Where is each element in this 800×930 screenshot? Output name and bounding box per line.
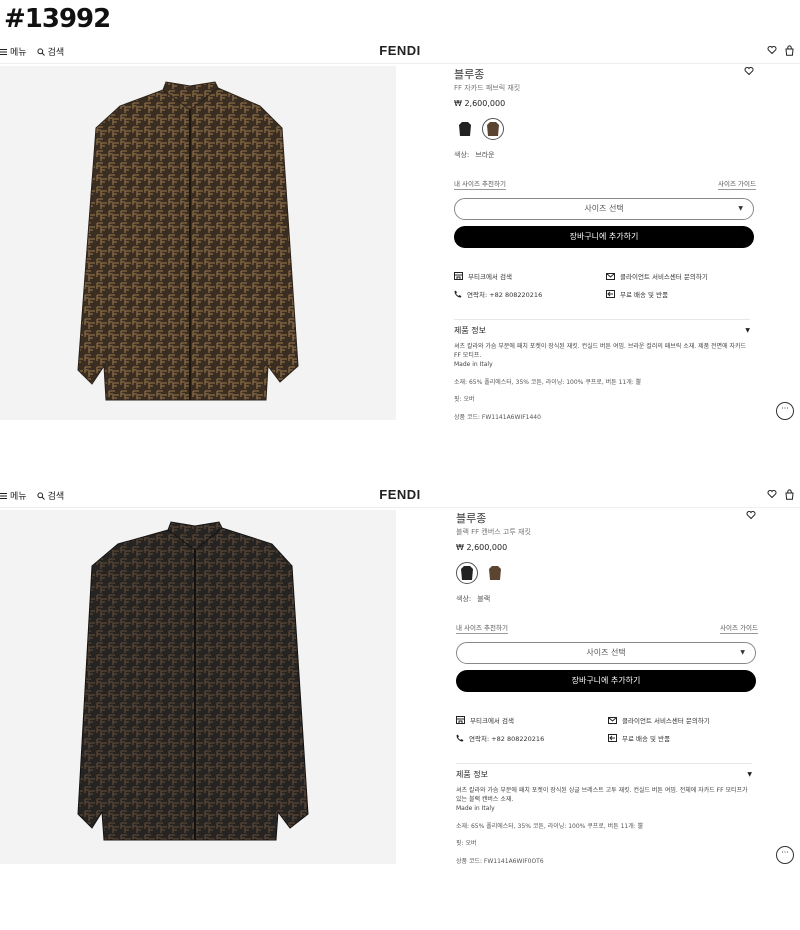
chevron-down-icon: ▼ xyxy=(738,205,743,212)
description-text: 셔츠 칼라와 가슴 부분에 패치 포켓이 장식된 싱글 브레스트 고투 재킷. … xyxy=(456,787,748,803)
product-screen-brown: 메뉴 검색 FENDI 블루종 FF 자카드 패브릭 재킷 ₩ 2,600,00… xyxy=(0,40,800,420)
post-id: #13992 xyxy=(4,4,111,34)
client-service-label: 클라이언트 서비스센터 문의하기 xyxy=(622,717,710,725)
wishlist-heart-icon[interactable] xyxy=(767,45,777,55)
swatch-black[interactable] xyxy=(456,562,478,584)
boutique-search-label: 부티크에서 검색 xyxy=(468,273,512,281)
shipping-returns-link[interactable]: 무료 배송 및 반품 xyxy=(606,289,668,299)
shopping-bag-icon[interactable] xyxy=(785,45,794,56)
shirt-image xyxy=(77,521,309,841)
wishlist-heart-icon[interactable] xyxy=(767,489,777,499)
size-recommend-link[interactable]: 내 사이즈 추천하기 xyxy=(454,178,506,190)
color-swatches xyxy=(454,118,504,140)
swatch-brown[interactable] xyxy=(482,118,504,140)
shopping-bag-icon[interactable] xyxy=(785,489,794,500)
description-text: 셔츠 칼라와 가슴 부분에 패치 포켓이 장식된 재킷. 컨실드 버튼 여밈. … xyxy=(454,343,747,359)
product-title: 블루종 xyxy=(456,512,487,525)
product-info-accordion[interactable]: 제품 정보 ▼ xyxy=(456,763,752,780)
product-photo[interactable] xyxy=(0,510,396,864)
chat-button[interactable]: ··· xyxy=(776,402,794,420)
add-to-cart-button[interactable]: 장바구니에 추가하기 xyxy=(456,670,756,692)
product-code: 상품 코드: FW1141A6WIF0OT6 xyxy=(456,858,544,864)
add-to-cart-button[interactable]: 장바구니에 추가하기 xyxy=(454,226,754,248)
product-title: 블루종 xyxy=(454,68,485,81)
color-label: 색상: xyxy=(454,151,470,159)
client-service-label: 클라이언트 서비스센터 문의하기 xyxy=(620,273,708,281)
size-select-label: 사이즈 선택 xyxy=(586,648,626,657)
store-icon xyxy=(456,716,465,724)
more-dots-icon: ··· xyxy=(781,848,789,857)
mail-icon xyxy=(608,716,617,724)
product-info-heading: 제품 정보 xyxy=(454,326,486,335)
product-price: ₩ 2,600,000 xyxy=(454,99,506,108)
client-service-link[interactable]: 클라이언트 서비스센터 문의하기 xyxy=(606,271,708,281)
shirt-image xyxy=(77,81,299,401)
size-select-dropdown[interactable]: 사이즈 선택 ▼ xyxy=(456,642,756,664)
boutique-search-link[interactable]: 부티크에서 검색 xyxy=(454,271,512,281)
size-guide-link[interactable]: 사이즈 가이드 xyxy=(720,622,758,634)
swatch-brown[interactable] xyxy=(484,562,506,584)
product-info-heading: 제품 정보 xyxy=(456,770,488,779)
product-description: 셔츠 칼라와 가슴 부분에 패치 포켓이 장식된 재킷. 컨실드 버튼 여밈. … xyxy=(454,342,752,369)
favorite-heart-icon[interactable] xyxy=(746,510,756,520)
material-info: 소재: 65% 폴리에스터, 35% 코튼, 라이닝: 100% 쿠프로, 버튼… xyxy=(454,379,642,386)
fit-info: 핏: 오버 xyxy=(454,396,475,403)
product-details: 블루종 블랙 FF 캔버스 고투 재킷 ₩ 2,600,000 색상: 블랙 내… xyxy=(456,510,758,864)
shipping-label: 무료 배송 및 반품 xyxy=(622,735,671,743)
color-swatches xyxy=(456,562,506,584)
black-jacket-thumbnail-icon xyxy=(459,122,471,136)
more-dots-icon: ··· xyxy=(781,404,789,413)
color-info: 색상: 브라운 xyxy=(454,150,495,160)
boutique-search-label: 부티크에서 검색 xyxy=(470,717,514,725)
top-nav: 메뉴 검색 FENDI xyxy=(0,484,800,508)
mail-icon xyxy=(606,272,615,280)
phone-icon xyxy=(454,290,462,298)
product-price: ₩ 2,600,000 xyxy=(456,543,508,552)
favorite-heart-icon[interactable] xyxy=(744,66,754,76)
color-info: 색상: 블랙 xyxy=(456,594,490,604)
made-in: Made in Italy xyxy=(454,361,493,368)
product-description: 셔츠 칼라와 가슴 부분에 패치 포켓이 장식된 싱글 브레스트 고투 재킷. … xyxy=(456,786,754,813)
product-code: 상품 코드: FW1141A6WIF1440 xyxy=(454,414,541,420)
product-info-accordion[interactable]: 제품 정보 ▼ xyxy=(454,319,750,336)
contact-label: 연락처: +82 808220216 xyxy=(467,291,543,299)
shipping-label: 무료 배송 및 반품 xyxy=(620,291,669,299)
product-photo[interactable] xyxy=(0,66,396,420)
brown-jacket-thumbnail-icon xyxy=(489,566,501,580)
color-label: 색상: xyxy=(456,595,472,603)
made-in: Made in Italy xyxy=(456,805,495,812)
phone-contact-link[interactable]: 연락처: +82 808220216 xyxy=(456,733,544,743)
brown-jacket-thumbnail-icon xyxy=(487,122,499,136)
top-nav: 메뉴 검색 FENDI xyxy=(0,40,800,64)
shipping-returns-link[interactable]: 무료 배송 및 반품 xyxy=(608,733,670,743)
color-value: 브라운 xyxy=(475,151,495,159)
product-subtitle: FF 자카드 패브릭 재킷 xyxy=(454,84,521,92)
brand-logo[interactable]: FENDI xyxy=(0,43,800,58)
product-subtitle: 블랙 FF 캔버스 고투 재킷 xyxy=(456,528,531,536)
size-select-label: 사이즈 선택 xyxy=(584,204,624,213)
chevron-down-icon: ▼ xyxy=(740,649,745,656)
brand-logo[interactable]: FENDI xyxy=(0,487,800,502)
return-box-icon xyxy=(606,290,615,298)
store-icon xyxy=(454,272,463,280)
chevron-down-icon: ▼ xyxy=(745,327,750,334)
contact-label: 연락처: +82 808220216 xyxy=(469,735,545,743)
material-info: 소재: 65% 폴리에스터, 35% 코튼, 라이닝: 100% 쿠프로, 버튼… xyxy=(456,823,644,830)
size-recommend-link[interactable]: 내 사이즈 추천하기 xyxy=(456,622,508,634)
black-jacket-thumbnail-icon xyxy=(461,566,473,580)
phone-icon xyxy=(456,734,464,742)
size-select-dropdown[interactable]: 사이즈 선택 ▼ xyxy=(454,198,754,220)
chevron-down-icon: ▼ xyxy=(747,771,752,778)
boutique-search-link[interactable]: 부티크에서 검색 xyxy=(456,715,514,725)
client-service-link[interactable]: 클라이언트 서비스센터 문의하기 xyxy=(608,715,710,725)
color-value: 블랙 xyxy=(477,595,491,603)
chat-button[interactable]: ··· xyxy=(776,846,794,864)
phone-contact-link[interactable]: 연락처: +82 808220216 xyxy=(454,289,542,299)
swatch-black[interactable] xyxy=(454,118,476,140)
return-box-icon xyxy=(608,734,617,742)
fit-info: 핏: 오버 xyxy=(456,840,477,847)
product-details: 블루종 FF 자카드 패브릭 재킷 ₩ 2,600,000 색상: 브라운 내 … xyxy=(454,66,756,420)
product-screen-black: 메뉴 검색 FENDI 블루종 블랙 FF 캔버스 고투 재킷 ₩ 2,600,… xyxy=(0,484,800,864)
size-guide-link[interactable]: 사이즈 가이드 xyxy=(718,178,756,190)
